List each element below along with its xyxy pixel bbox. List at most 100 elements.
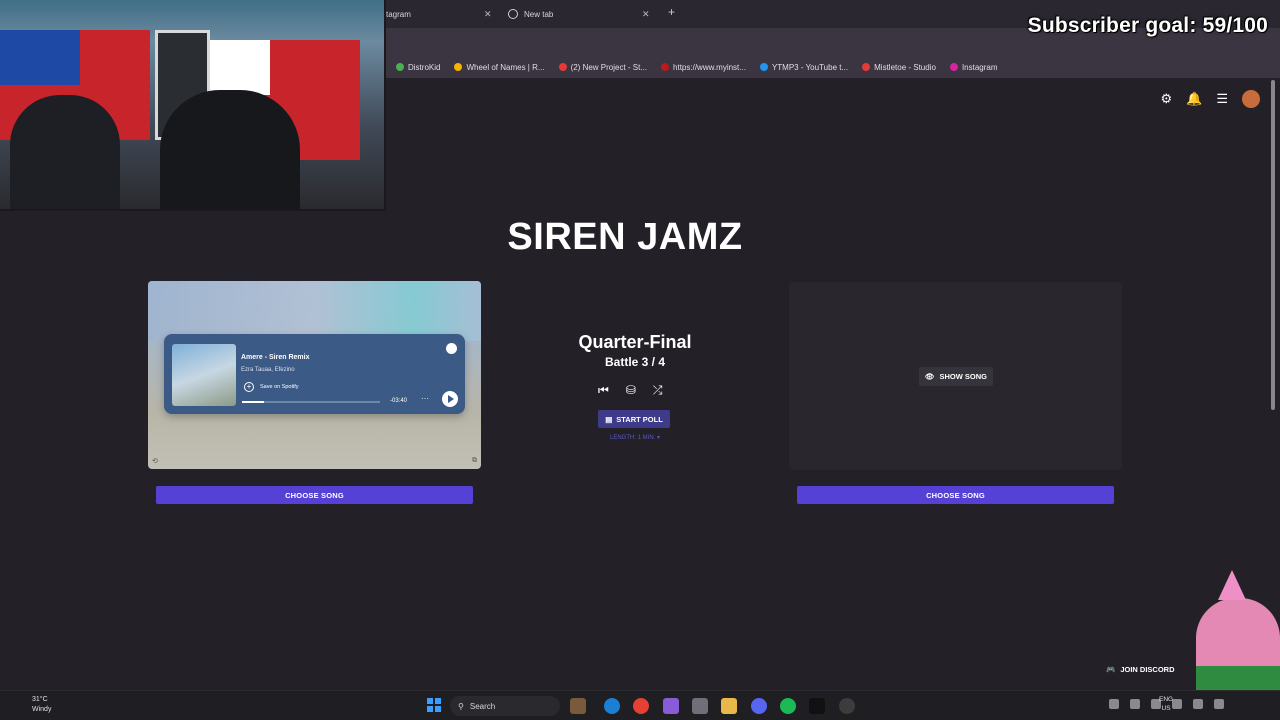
round-title: Quarter-Final (578, 332, 692, 352)
start-poll-label: START POLL (616, 414, 663, 424)
copilot-icon[interactable] (663, 698, 679, 714)
save-icon[interactable]: ⛁ (626, 383, 636, 398)
scrollbar[interactable] (1271, 80, 1277, 410)
bookmark-distrokid[interactable]: DistroKid (396, 63, 440, 72)
streamer-left (10, 95, 120, 209)
ytmp3-icon (759, 63, 768, 71)
play-button[interactable] (442, 391, 458, 407)
lang-region: US (1161, 705, 1171, 712)
close-icon[interactable]: ✕ (642, 9, 650, 20)
save-on-spotify[interactable]: + Save on Spotify (244, 382, 299, 392)
shuffle-icon[interactable]: ⤮ (653, 383, 663, 398)
song-card-left: Amere - Siren Remix Ezra Tauaa, Efezino … (148, 281, 481, 469)
browser-tab-new[interactable]: New tab ✕ (508, 4, 658, 24)
close-icon[interactable]: ✕ (484, 9, 492, 20)
bookmark-label: Mistletoe - Studio (874, 62, 936, 72)
song-title: Amere - Siren Remix (241, 354, 310, 361)
wheel-icon (454, 63, 463, 71)
join-discord-label: JOIN DISCORD (1120, 664, 1175, 674)
bookmark-mistletoe[interactable]: Mistletoe - Studio (862, 63, 936, 72)
windows-start-icon[interactable] (427, 698, 441, 712)
temperature: 31°C (32, 696, 48, 703)
instagram-icon (949, 63, 958, 71)
poll-icon: ▤ (605, 414, 613, 424)
bookmark-label: Instagram (961, 62, 998, 72)
project-icon (558, 63, 567, 71)
corner-icon[interactable]: ⟲ (152, 457, 158, 465)
show-song-button[interactable]: 👁 SHOW SONG (919, 367, 993, 386)
folder-icon[interactable] (721, 698, 737, 714)
header-icons: ⚙ 🔔 ☰ (1161, 90, 1260, 108)
bookmark-new-project[interactable]: (2) New Project - St... (558, 62, 648, 72)
song-artist: Ezra Tauaa, Efezino (241, 367, 295, 373)
avatar[interactable] (1242, 90, 1260, 108)
more-icon[interactable]: ··· (421, 394, 429, 403)
tab-label: tagram (386, 9, 411, 19)
subscriber-goal-overlay: Subscriber goal: 59/100 (1027, 14, 1268, 37)
streamer-right (160, 90, 300, 209)
bookmark-label: Wheel of Names | R... (466, 62, 545, 72)
bookmarks-bar: DistroKid Wheel of Names | R... (2) New … (386, 56, 1280, 78)
bookmark-label: (2) New Project - St... (570, 62, 648, 72)
progress-fill (242, 401, 265, 403)
distrokid-icon (396, 63, 404, 71)
site-icon (661, 63, 670, 71)
previous-icon[interactable]: ⏮ (598, 383, 609, 398)
taskbar-search[interactable]: ⚲ Search (450, 696, 560, 716)
menu-icon[interactable]: ☰ (1216, 91, 1228, 107)
taskbar: 31°C Windy ⚲ Search ENG US (0, 690, 1280, 720)
card-background (148, 281, 481, 341)
bookmark-myinst[interactable]: https://www.myinst... (661, 63, 746, 72)
corner-icon[interactable]: ⧉ (472, 457, 477, 465)
search-icon: ⚲ (458, 701, 464, 711)
choose-song-right-button[interactable]: CHOOSE SONG (797, 486, 1114, 504)
plus-icon: + (244, 382, 254, 392)
language-indicator[interactable]: ENG US (1159, 695, 1173, 713)
capcut-icon[interactable] (809, 698, 825, 714)
chevron-up-icon[interactable] (1109, 699, 1119, 709)
webcam-overlay (0, 0, 386, 211)
studio-icon (862, 63, 871, 71)
chrome-icon[interactable] (633, 698, 649, 714)
bookmark-label: DistroKid (408, 62, 441, 72)
weather-condition: Windy (32, 706, 52, 713)
discord-app-icon[interactable] (751, 698, 767, 714)
spotify-app-icon[interactable] (780, 698, 796, 714)
mascot-overlay (1196, 570, 1280, 692)
tray-app-icon[interactable] (1172, 699, 1182, 709)
chrome-icon (508, 9, 518, 19)
edge-icon[interactable] (604, 698, 620, 714)
choose-song-left-button[interactable]: CHOOSE SONG (156, 486, 473, 504)
save-label: Save on Spotify (260, 384, 299, 390)
spotify-embed[interactable]: Amere - Siren Remix Ezra Tauaa, Efezino … (164, 334, 465, 414)
bookmark-label: https://www.myinst... (673, 62, 746, 72)
obs-icon[interactable] (839, 698, 855, 714)
browser-tab-instagram[interactable]: tagram ✕ (386, 4, 496, 24)
weather-widget[interactable]: 31°C Windy (18, 695, 51, 715)
time-remaining: -03:40 (390, 398, 408, 404)
join-discord-button[interactable]: 🎮 JOIN DISCORD (1102, 660, 1184, 678)
bookmark-ytmp3[interactable]: YTMP3 - YouTube t... (759, 63, 848, 72)
progress-bar[interactable] (242, 401, 380, 403)
bookmark-wheel-of-names[interactable]: Wheel of Names | R... (454, 62, 545, 72)
gear-icon[interactable]: ⚙ (1161, 91, 1173, 107)
eye-icon: 👁 (924, 372, 935, 381)
album-art (172, 344, 236, 406)
new-tab-icon[interactable]: + (668, 5, 675, 19)
tab-label: New tab (524, 9, 554, 19)
poll-length-select[interactable]: LENGTH: 1 MIN. ▾ (560, 434, 710, 441)
spotify-icon (446, 343, 457, 354)
battle-counter: Battle 3 / 4 (604, 355, 666, 369)
tray-app-icon[interactable] (1130, 699, 1140, 709)
start-poll-button[interactable]: ▤ START POLL (598, 410, 670, 428)
settings-icon[interactable] (692, 698, 708, 714)
discord-icon: 🎮 (1106, 664, 1116, 674)
lang-code: ENG (1159, 696, 1174, 703)
bell-icon[interactable]: 🔔 (1186, 91, 1202, 107)
battle-controls: ⏮ ⛁ ⤮ (598, 383, 662, 398)
bookmark-instagram[interactable]: Instagram (949, 62, 998, 72)
taskview-icon[interactable] (570, 698, 586, 714)
tray-app-icon[interactable] (1193, 699, 1203, 709)
page-title: SIREN JAMZ (507, 216, 743, 258)
tray-app-icon[interactable] (1214, 699, 1224, 709)
